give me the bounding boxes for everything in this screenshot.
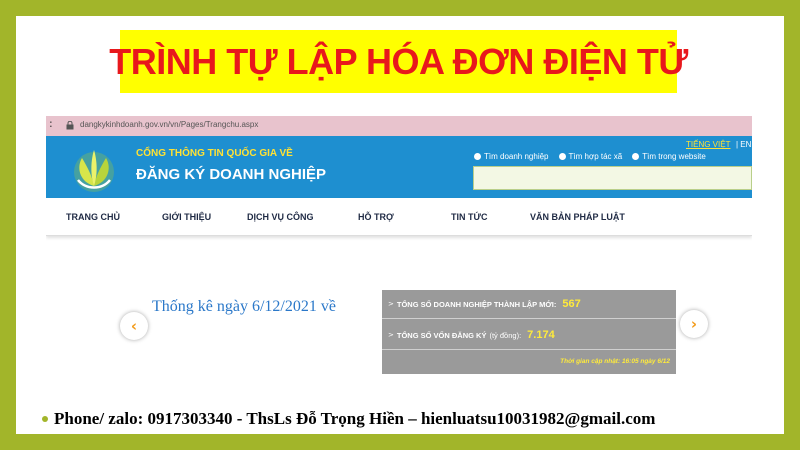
chevron-left-icon[interactable]: ‹ [120, 312, 148, 340]
nav-support[interactable]: HỖ TRỢ [358, 212, 394, 222]
leaf-logo[interactable] [64, 142, 124, 196]
radio-find-cooperative[interactable]: Tìm hợp tác xã [558, 152, 622, 161]
stats-intro: Thống kê ngày 6/12/2021 về [152, 298, 336, 315]
radio-dot[interactable] [558, 153, 566, 160]
stats-panel: > TỔNG SỐ DOANH NGHIỆP THÀNH LẬP MỚI: 56… [382, 290, 676, 374]
radio-dot[interactable] [474, 153, 481, 160]
stat-value: 7.174 [527, 329, 555, 341]
stat-registered-capital: > TỔNG SỐ VỐN ĐĂNG KÝ (tỷ đồng): 7.174 [382, 321, 676, 350]
site-header: CỔNG THÔNG TIN QUỐC GIA VỀ ĐĂNG KÝ DOANH… [46, 136, 752, 198]
nav-legal-documents[interactable]: VĂN BẢN PHÁP LUẬT [530, 212, 625, 222]
contact-line: Phone/ zalo: 0917303340 - ThsLs Đỗ Trọng… [42, 409, 655, 429]
language-english-link[interactable]: | EN [736, 140, 751, 149]
stat-label: TỔNG SỐ DOANH NGHIỆP THÀNH LẬP MỚI: [396, 299, 557, 309]
menu-dots-icon[interactable]: : [49, 117, 53, 130]
nav-news[interactable]: TIN TỨC [451, 212, 487, 222]
radio-find-business[interactable]: Tìm doanh nghiệp [474, 152, 549, 161]
url-text[interactable]: dangkykinhdoanh.gov.vn/vn/Pages/Trangchu… [80, 120, 258, 129]
address-bar[interactable]: : dangkykinhdoanh.gov.vn/vn/Pages/Trangc… [46, 116, 752, 136]
slide-title-box: TRÌNH TỰ LẬP HÓA ĐƠN ĐIỆN TỬ [109, 30, 688, 93]
contact-text: Phone/ zalo: 0917303340 - ThsLs Đỗ Trọng… [54, 409, 656, 428]
radio-dot[interactable] [632, 153, 640, 160]
chevron-right-icon[interactable]: › [680, 310, 708, 338]
website-screenshot: : dangkykinhdoanh.gov.vn/vn/Pages/Trangc… [46, 116, 752, 376]
chevron-right-icon: > [388, 331, 394, 339]
chevron-right-icon: > [388, 300, 394, 308]
stat-value: 567 [562, 298, 581, 310]
stat-label: TỔNG SỐ VỐN ĐĂNG KÝ [396, 330, 487, 340]
radio-find-website[interactable]: Tìm trong website [632, 152, 706, 161]
search-type-options: Tìm doanh nghiệp Tìm hợp tác xã Tìm tron… [474, 152, 706, 161]
bullet-icon [42, 416, 48, 422]
portal-title[interactable]: ĐĂNG KÝ DOANH NGHIỆP [136, 166, 326, 183]
update-time: Thời gian cập nhật: 16:05 ngày 6/12 [560, 358, 670, 365]
language-vietnamese-link[interactable]: TIẾNG VIỆT [686, 140, 730, 149]
stat-new-businesses: > TỔNG SỐ DOANH NGHIỆP THÀNH LẬP MỚI: 56… [382, 290, 676, 319]
stat-unit: (tỷ đồng): [489, 330, 522, 340]
search-input[interactable] [473, 166, 752, 190]
lock-icon [66, 121, 74, 130]
nav-home[interactable]: TRANG CHỦ [66, 212, 120, 222]
nav-public-services[interactable]: DỊCH VỤ CÔNG [247, 212, 314, 222]
main-nav: TRANG CHỦ GIỚI THIỆU DỊCH VỤ CÔNG HỖ TRỢ… [46, 198, 752, 236]
portal-subtitle: CỔNG THÔNG TIN QUỐC GIA VỀ [136, 148, 293, 159]
slide-title: TRÌNH TỰ LẬP HÓA ĐƠN ĐIỆN TỬ [109, 40, 688, 82]
nav-about[interactable]: GIỚI THIỆU [162, 212, 211, 222]
